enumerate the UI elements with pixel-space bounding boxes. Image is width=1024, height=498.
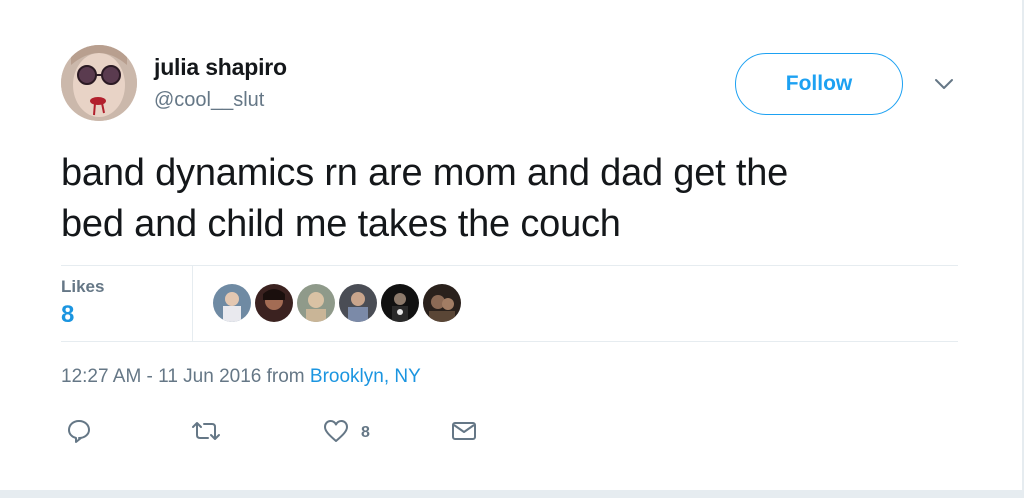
liker-avatar[interactable] bbox=[213, 284, 251, 322]
liker-avatars bbox=[213, 284, 461, 322]
likes-count[interactable]: 8 bbox=[61, 301, 74, 329]
liker-avatar[interactable] bbox=[339, 284, 377, 322]
retweet-button[interactable] bbox=[190, 418, 222, 448]
liker-avatar[interactable] bbox=[297, 284, 335, 322]
reply-icon bbox=[66, 418, 92, 449]
liker-avatar[interactable] bbox=[381, 284, 419, 322]
like-button[interactable]: 8 bbox=[323, 418, 370, 448]
liker-avatar[interactable] bbox=[423, 284, 461, 322]
timestamp[interactable]: 12:27 AM - 11 Jun 2016 from bbox=[61, 366, 310, 387]
tweet-card: julia shapiro @cool__slut Follow band dy… bbox=[0, 0, 1024, 498]
location-link[interactable]: Brooklyn, NY bbox=[310, 366, 421, 387]
retweet-icon bbox=[190, 418, 222, 449]
direct-message-button[interactable] bbox=[451, 418, 477, 448]
likes-label[interactable]: Likes bbox=[61, 277, 104, 297]
more-options-button[interactable] bbox=[930, 74, 958, 98]
divider bbox=[61, 341, 958, 342]
stats-separator bbox=[192, 266, 193, 341]
like-count: 8 bbox=[361, 424, 370, 441]
user-name[interactable]: julia shapiro bbox=[154, 54, 287, 81]
tweet-text: band dynamics rn are mom and dad get the… bbox=[61, 148, 961, 250]
avatar[interactable] bbox=[61, 45, 137, 121]
chevron-down-icon bbox=[934, 77, 954, 95]
tweet-text-line: band dynamics rn are mom and dad get the bbox=[61, 152, 789, 194]
follow-button[interactable]: Follow bbox=[735, 53, 903, 115]
heart-icon bbox=[323, 419, 349, 448]
tweet-text-line: bed and child me takes the couch bbox=[61, 203, 621, 245]
tweet-meta: 12:27 AM - 11 Jun 2016 from Brooklyn, NY bbox=[61, 366, 421, 388]
reply-button[interactable] bbox=[66, 418, 92, 448]
tweet-stats: Likes 8 bbox=[61, 266, 958, 341]
bottom-border bbox=[0, 490, 1024, 498]
liker-avatar[interactable] bbox=[255, 284, 293, 322]
user-handle[interactable]: @cool__slut bbox=[154, 89, 264, 112]
envelope-icon bbox=[451, 420, 477, 447]
